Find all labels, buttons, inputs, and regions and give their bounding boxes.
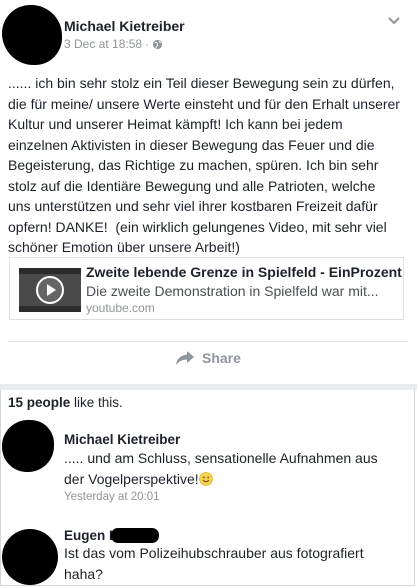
globe-icon bbox=[152, 39, 163, 49]
name-redaction bbox=[111, 528, 160, 543]
comment-text: Ist das vom Polizeihubschrauber aus foto… bbox=[64, 545, 364, 582]
post: Michael Kietreiber 3 Dec at 18:58 · ....… bbox=[0, 0, 417, 388]
video-thumbnail[interactable] bbox=[19, 268, 81, 312]
avatar[interactable] bbox=[2, 420, 54, 472]
share-button[interactable]: Share bbox=[175, 350, 241, 366]
divider bbox=[8, 341, 408, 342]
likes-count[interactable]: 15 people bbox=[8, 395, 70, 410]
smiley-icon bbox=[198, 472, 213, 486]
comment-text-body: ..... und am Schluss, sensationelle Aufn… bbox=[64, 450, 378, 487]
share-icon bbox=[176, 351, 194, 365]
link-title[interactable]: Zweite lebende Grenze in Spielfeld - Ein… bbox=[86, 264, 402, 280]
comment-author[interactable]: Eugen L bbox=[64, 528, 160, 543]
link-preview-card[interactable]: Zweite lebende Grenze in Spielfeld - Ein… bbox=[9, 257, 404, 320]
link-domain: youtube.com bbox=[86, 301, 155, 315]
post-author[interactable]: Michael Kietreiber bbox=[64, 18, 185, 34]
post-meta: 3 Dec at 18:58 · bbox=[64, 37, 163, 51]
section-gap bbox=[0, 384, 417, 390]
meta-separator: · bbox=[145, 37, 150, 51]
comment-author[interactable]: Michael Kietreiber bbox=[64, 432, 180, 447]
chevron-down-icon[interactable] bbox=[387, 16, 401, 26]
play-icon[interactable] bbox=[36, 276, 64, 304]
likes-summary[interactable]: 15 people like this. bbox=[8, 395, 123, 410]
link-description: Die zweite Demonstration in Spielfeld wa… bbox=[86, 283, 379, 299]
comment-text: ..... und am Schluss, sensationelle Aufn… bbox=[64, 448, 409, 490]
post-text: ...... ich bin sehr stolz ein Teil diese… bbox=[8, 75, 400, 255]
likes-suffix: like this. bbox=[70, 395, 123, 410]
avatar[interactable] bbox=[2, 529, 58, 585]
comment-author-name[interactable]: Eugen L bbox=[64, 528, 117, 543]
share-label: Share bbox=[202, 350, 241, 366]
post-date[interactable]: 3 Dec at 18:58 bbox=[64, 37, 142, 51]
comment-timestamp[interactable]: Yesterday at 20:01 bbox=[64, 491, 159, 503]
avatar[interactable] bbox=[2, 5, 62, 65]
